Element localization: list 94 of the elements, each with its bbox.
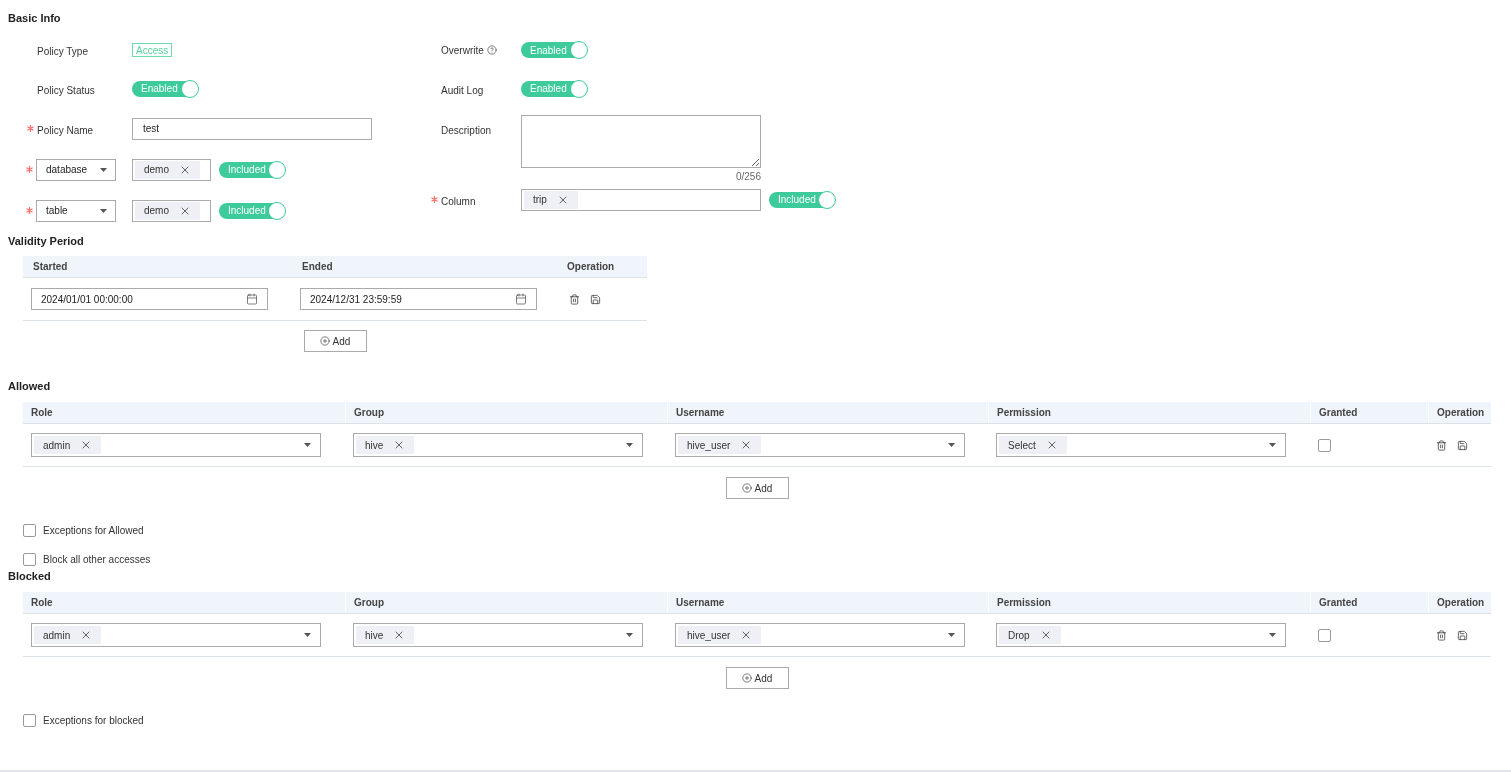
column-header: Granted: [1310, 592, 1428, 613]
column-header: Username: [667, 592, 988, 613]
checkbox-label: Exceptions for blocked: [43, 714, 144, 728]
column-header: Role: [30, 406, 54, 420]
date-time-field[interactable]: 2024/12/31 23:59:59: [300, 288, 537, 310]
character-counter: 0/256: [735, 170, 761, 184]
tag-label: admin: [43, 628, 71, 643]
resource-value-field[interactable]: demo: [132, 158, 211, 181]
field-label: Policy Type: [37, 46, 88, 57]
caret-icon[interactable]: [1269, 443, 1276, 447]
toggle-knob: [818, 190, 836, 209]
toggle-knob: [570, 79, 588, 98]
delete-icon[interactable]: [1436, 629, 1447, 641]
checkbox[interactable]: [23, 553, 36, 566]
tag-label: hive_user: [687, 628, 731, 643]
multi-select-field[interactable]: admin: [31, 433, 321, 457]
column-header: Role: [30, 596, 54, 610]
column-value-field[interactable]: trip: [521, 188, 761, 211]
column-header: Permission: [988, 592, 1310, 613]
column-header: Granted: [1310, 402, 1428, 423]
tag-label: trip: [533, 193, 547, 207]
column-header: Started: [32, 260, 69, 274]
section-heading: Blocked: [8, 569, 52, 583]
caret-icon[interactable]: [626, 633, 633, 637]
field-label: Overwrite: [441, 43, 484, 58]
checkbox[interactable]: [1318, 628, 1331, 642]
policy-type-tag: Access: [132, 43, 173, 57]
save-icon[interactable]: [1457, 629, 1468, 641]
tag-label: hive: [365, 438, 384, 453]
field-label: Column: [441, 195, 476, 207]
add-button[interactable]: Add: [725, 477, 789, 499]
caret-icon[interactable]: [948, 443, 955, 447]
delete-icon[interactable]: [1436, 439, 1447, 451]
section-heading: Validity Period: [8, 234, 85, 248]
column-header: Operation: [1428, 592, 1491, 613]
delete-icon[interactable]: [569, 293, 580, 305]
tag-label: demo: [144, 204, 169, 218]
checkbox[interactable]: [23, 714, 36, 727]
help-icon[interactable]: [486, 45, 497, 55]
add-button[interactable]: Add: [303, 330, 367, 352]
resource-type-select[interactable]: table: [36, 199, 116, 222]
section-heading: Basic Info: [8, 11, 62, 25]
field-label: Policy Name: [37, 124, 94, 136]
column-header: Username: [667, 402, 988, 423]
column-header: Operation: [1428, 402, 1491, 423]
caret-icon[interactable]: [626, 443, 633, 447]
caret-icon[interactable]: [948, 633, 955, 637]
resource-type-select[interactable]: database: [36, 158, 116, 181]
calendar-icon[interactable]: [246, 293, 258, 305]
checkbox[interactable]: [1318, 438, 1331, 452]
multi-select-field[interactable]: Drop: [996, 623, 1286, 647]
caret-icon[interactable]: [1269, 633, 1276, 637]
tag-label: hive: [365, 628, 384, 643]
tag-label: Select: [1008, 438, 1036, 453]
caret-icon[interactable]: [100, 167, 107, 172]
field-label: Audit Log: [441, 84, 484, 96]
section-heading: Allowed: [8, 379, 52, 393]
plus-icon: [741, 483, 752, 493]
toggle-knob: [268, 201, 286, 220]
resource-value-field[interactable]: demo: [132, 199, 211, 222]
plus-icon: [319, 336, 330, 346]
field-label: Description: [441, 125, 492, 136]
column-header: Group: [345, 402, 667, 423]
column-header: Ended: [301, 260, 334, 274]
multi-select-field[interactable]: hive: [353, 623, 643, 647]
column-header: Group: [345, 592, 667, 613]
date-time-field[interactable]: 2024/01/01 00:00:00: [31, 288, 268, 310]
checkbox[interactable]: [23, 524, 36, 537]
caret-icon[interactable]: [304, 443, 311, 447]
multi-select-field[interactable]: hive_user: [675, 623, 965, 647]
tag-label: admin: [43, 438, 71, 453]
plus-icon: [741, 673, 752, 683]
checkbox-label: Exceptions for Allowed: [43, 524, 144, 538]
toggle-knob: [268, 160, 286, 179]
calendar-icon[interactable]: [515, 293, 527, 305]
multi-select-field[interactable]: hive_user: [675, 433, 965, 457]
caret-icon[interactable]: [304, 633, 311, 637]
multi-select-field[interactable]: admin: [31, 623, 321, 647]
multi-select-field[interactable]: hive: [353, 433, 643, 457]
tag-label: Drop: [1008, 628, 1030, 643]
save-icon[interactable]: [1457, 439, 1468, 451]
tag-label: hive_user: [687, 438, 731, 453]
policy-name-input[interactable]: test: [132, 117, 372, 140]
tag-label: demo: [144, 163, 169, 177]
column-header: Operation: [566, 260, 616, 274]
save-icon[interactable]: [590, 293, 601, 305]
multi-select-field[interactable]: Select: [996, 433, 1286, 457]
caret-icon[interactable]: [100, 208, 107, 213]
checkbox-label: Block all other accesses: [43, 553, 151, 567]
add-button[interactable]: Add: [725, 667, 789, 689]
field-label: Policy Status: [37, 84, 95, 96]
toggle-knob: [570, 41, 588, 59]
column-header: Permission: [988, 402, 1310, 423]
toggle-knob: [181, 79, 199, 98]
